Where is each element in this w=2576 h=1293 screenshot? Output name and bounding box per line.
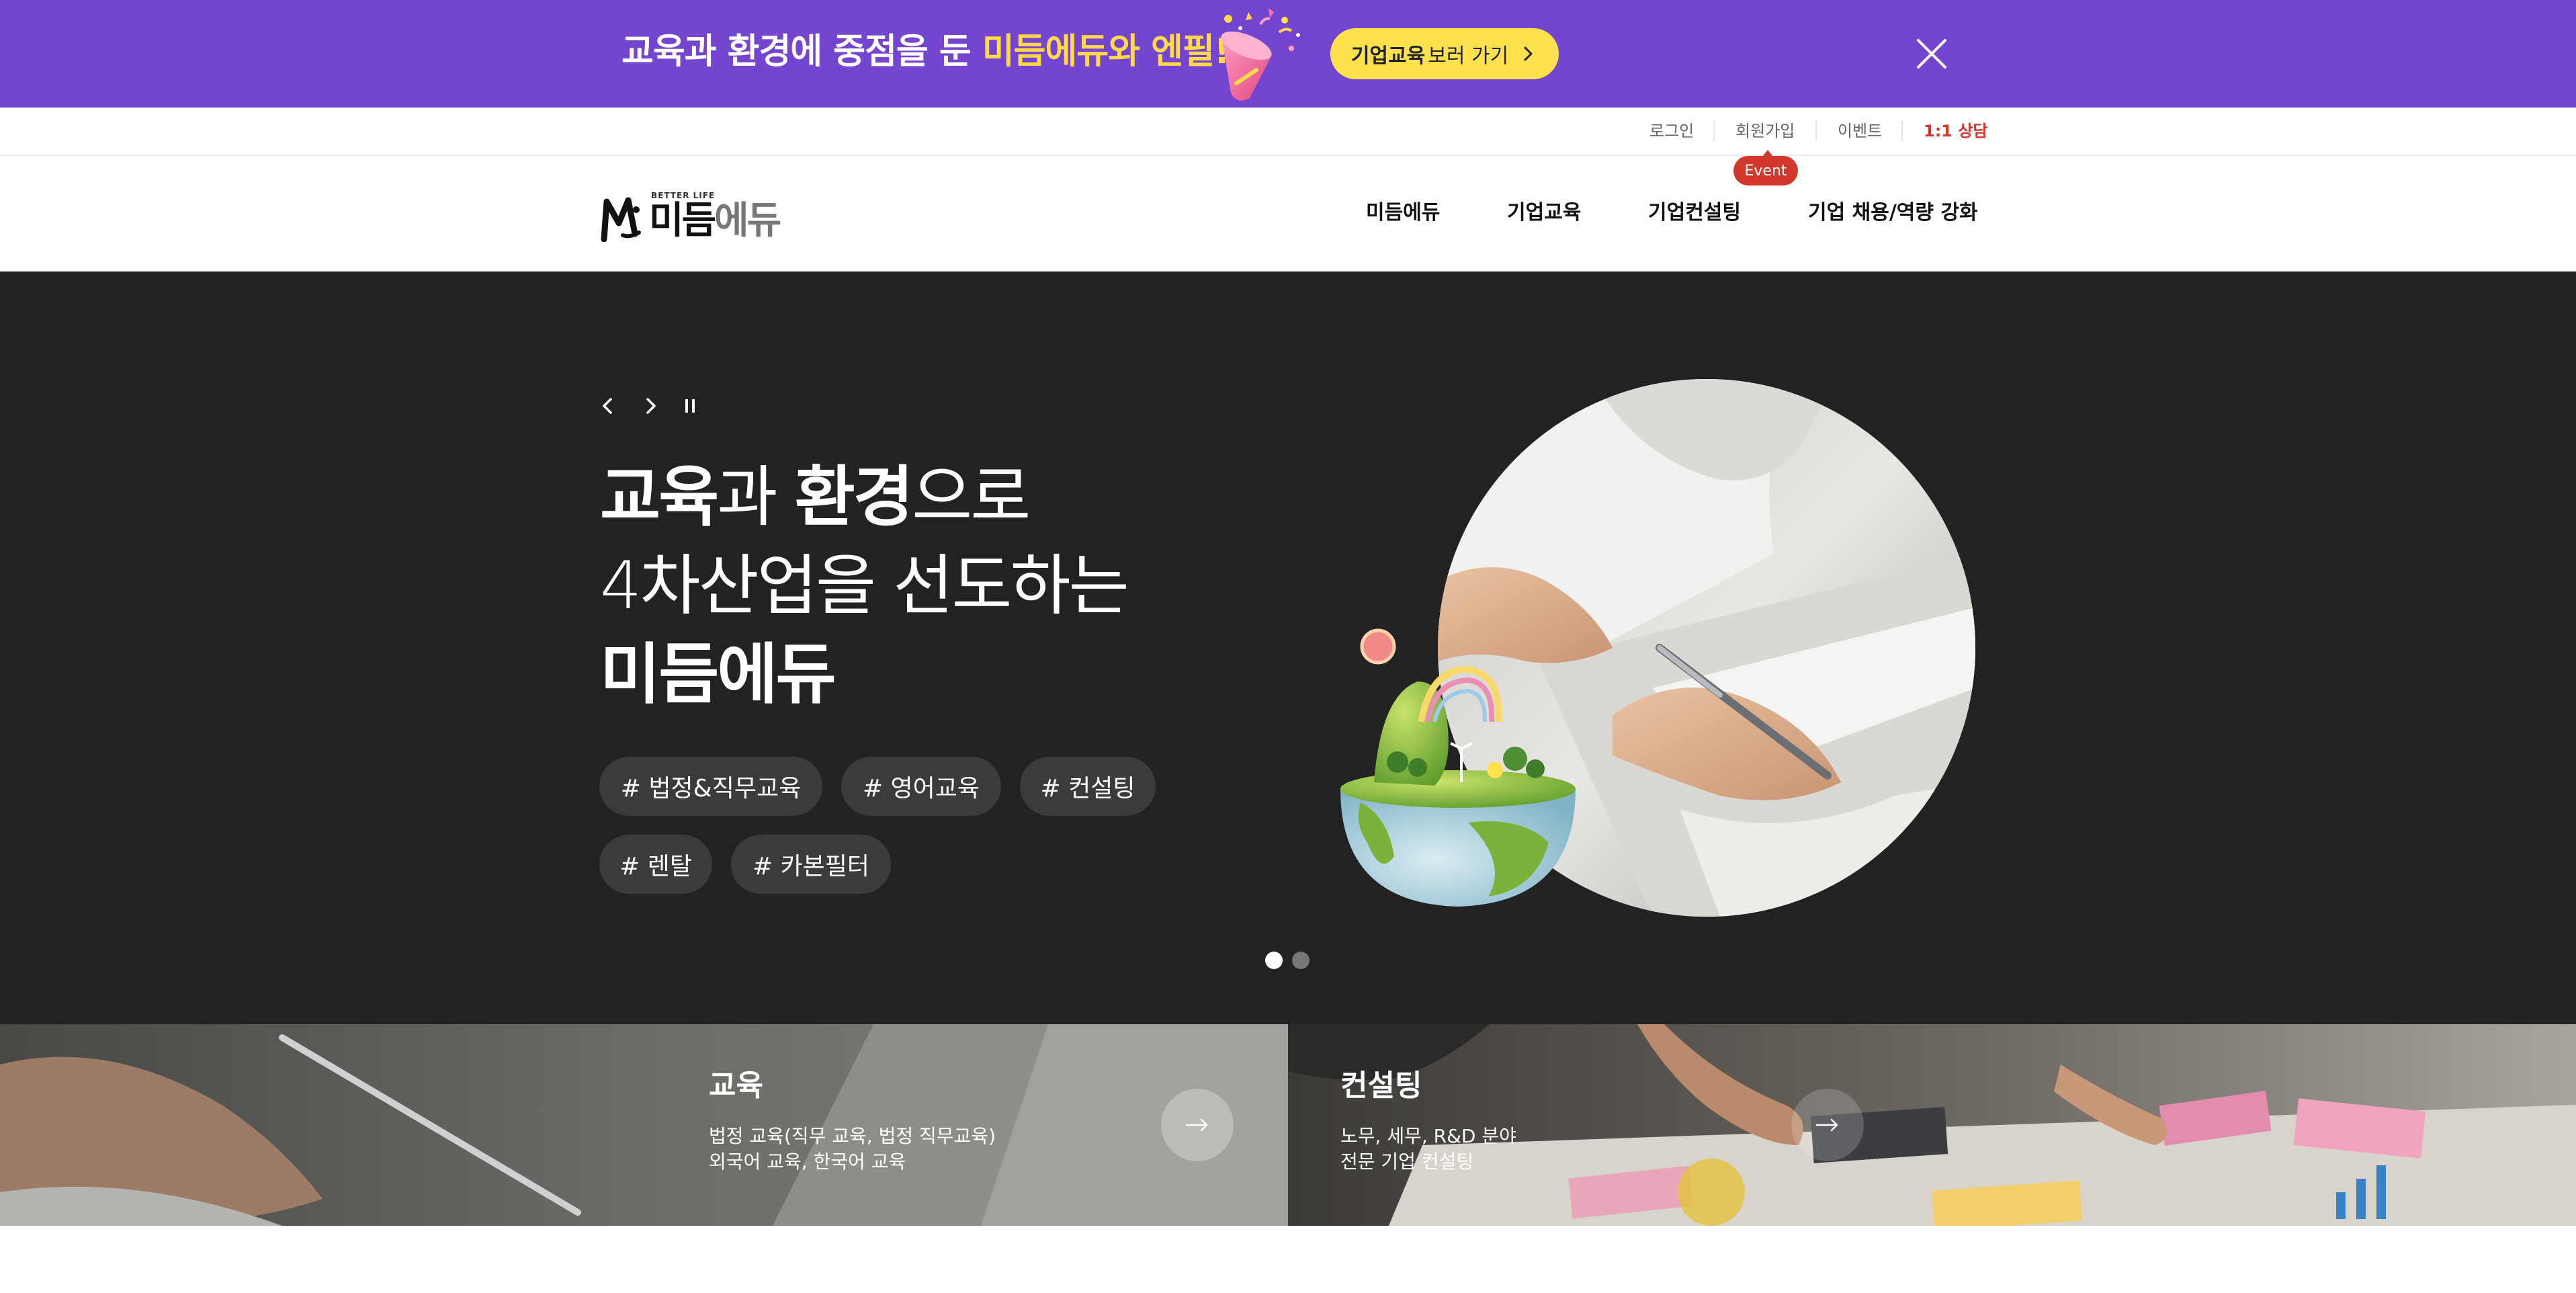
nav-corporate-education[interactable]: 기업교육 bbox=[1507, 196, 1581, 230]
education-card-desc-line: 외국어 교육, 한국어 교육 bbox=[709, 1151, 906, 1173]
main-header: BETTER LIFE 미듬에듀 미듬에듀 기업교육 기업컨설팅 기업 채용/역… bbox=[0, 156, 2576, 272]
event-badge: Event bbox=[1733, 150, 1798, 185]
event-link[interactable]: 이벤트 bbox=[1838, 120, 1882, 142]
hero-line-3: 미듬에듀 bbox=[600, 630, 1127, 719]
consulting-card-title: 컨설팅 bbox=[1340, 1069, 1422, 1103]
chevron-left-icon[interactable] bbox=[595, 392, 621, 419]
consulting-card-desc-line: 전문 기업 컨설팅 bbox=[1340, 1151, 1474, 1173]
hero-particle: 으로 bbox=[911, 459, 1031, 536]
promo-text-main: 교육과 환경에 중점을 둔 bbox=[621, 32, 982, 72]
hero-line-2: 4차산업을 선도하는 bbox=[600, 548, 1129, 624]
hero-line-1: 교육과 환경으로 bbox=[600, 453, 1127, 542]
hero-brand: 미듬에듀 bbox=[600, 636, 836, 713]
promo-banner: 교육과 환경에 중점을 둔 미듬에듀와 엔필! 기업교육 보러 가기 bbox=[0, 0, 2576, 108]
pause-icon[interactable] bbox=[677, 392, 704, 419]
logo-name-dark: 미듬 bbox=[649, 199, 716, 243]
arrow-right-icon bbox=[1815, 1118, 1838, 1132]
consulting-arrow-button[interactable] bbox=[1791, 1089, 1864, 1161]
nav-corporate-consulting[interactable]: 기업컨설팅 bbox=[1648, 196, 1741, 230]
party-popper-icon bbox=[1221, 8, 1300, 101]
site-logo[interactable]: BETTER LIFE 미듬에듀 bbox=[600, 190, 795, 243]
promo-text-highlight: 미듬에듀와 엔필! bbox=[982, 32, 1230, 72]
divider bbox=[1815, 121, 1817, 141]
promo-text: 교육과 환경에 중점을 둔 미듬에듀와 엔필! bbox=[621, 28, 1230, 75]
chevron-right-icon bbox=[1524, 46, 1533, 61]
hero-word-environment: 환경 bbox=[794, 459, 914, 536]
consulting-card-desc-line: 노무, 세무, R&D 분야 bbox=[1340, 1125, 1516, 1147]
hero-headline: 교육과 환경으로 4차산업을 선도하는 미듬에듀 bbox=[600, 453, 1129, 719]
consulting-card-description: 노무, 세무, R&D 분야 전문 기업 컨설팅 bbox=[1340, 1124, 1516, 1175]
consult-link[interactable]: 1:1 상담 bbox=[1924, 120, 1988, 142]
tag-consulting[interactable]: # 컨설팅 bbox=[1020, 757, 1156, 816]
hero-particle: 과 bbox=[717, 459, 795, 536]
divider bbox=[1901, 121, 1903, 141]
utility-nav: 로그인 회원가입 이벤트 1:1 상담 bbox=[0, 108, 2576, 156]
education-arrow-button[interactable] bbox=[1161, 1089, 1234, 1161]
signup-link[interactable]: 회원가입 bbox=[1735, 120, 1795, 142]
hero-word-education: 교육 bbox=[600, 459, 719, 536]
logo-mark-icon bbox=[601, 197, 641, 242]
chevron-right-icon[interactable] bbox=[637, 392, 664, 419]
education-card[interactable]: 교육 법정 교육(직무 교육, 법정 직무교육) 외국어 교육, 한국어 교육 bbox=[0, 1024, 1288, 1226]
close-icon[interactable] bbox=[1915, 37, 1948, 71]
arrow-right-icon bbox=[1185, 1118, 1208, 1132]
slide-dot-2[interactable] bbox=[1292, 952, 1310, 969]
eco-globe-illustration bbox=[1340, 628, 1576, 907]
tag-english-education[interactable]: # 영어교육 bbox=[841, 757, 1001, 816]
promo-button-label: 보러 가기 bbox=[1428, 44, 1509, 68]
tag-carbon-filter[interactable]: # 카본필터 bbox=[731, 835, 891, 894]
divider bbox=[1713, 121, 1715, 141]
nav-recruitment[interactable]: 기업 채용/역량 강화 bbox=[1808, 196, 1978, 230]
slide-dot-1[interactable] bbox=[1265, 952, 1283, 969]
consulting-card[interactable]: 컨설팅 노무, 세무, R&D 분야 전문 기업 컨설팅 bbox=[1288, 1024, 2576, 1226]
login-link[interactable]: 로그인 bbox=[1649, 120, 1694, 142]
education-card-background bbox=[0, 1024, 1288, 1226]
logo-name: 미듬에듀 bbox=[649, 198, 781, 245]
education-card-title: 교육 bbox=[709, 1069, 763, 1103]
nav-midum-edu[interactable]: 미듬에듀 bbox=[1366, 196, 1440, 230]
logo-name-gray: 에듀 bbox=[714, 199, 781, 243]
education-card-description: 법정 교육(직무 교육, 법정 직무교육) 외국어 교육, 한국어 교육 bbox=[709, 1124, 996, 1175]
corporate-education-button[interactable]: 기업교육 보러 가기 bbox=[1330, 28, 1559, 79]
hero-slider: 교육과 환경으로 4차산업을 선도하는 미듬에듀 # 법정&직무교육 # 영어교… bbox=[0, 272, 2576, 1024]
education-card-desc-line: 법정 교육(직무 교육, 법정 직무교육) bbox=[709, 1125, 996, 1147]
tag-rental[interactable]: # 렌탈 bbox=[599, 835, 712, 894]
tag-legal-job-education[interactable]: # 법정&직무교육 bbox=[599, 757, 822, 816]
promo-button-bold: 기업교육 bbox=[1350, 44, 1426, 68]
